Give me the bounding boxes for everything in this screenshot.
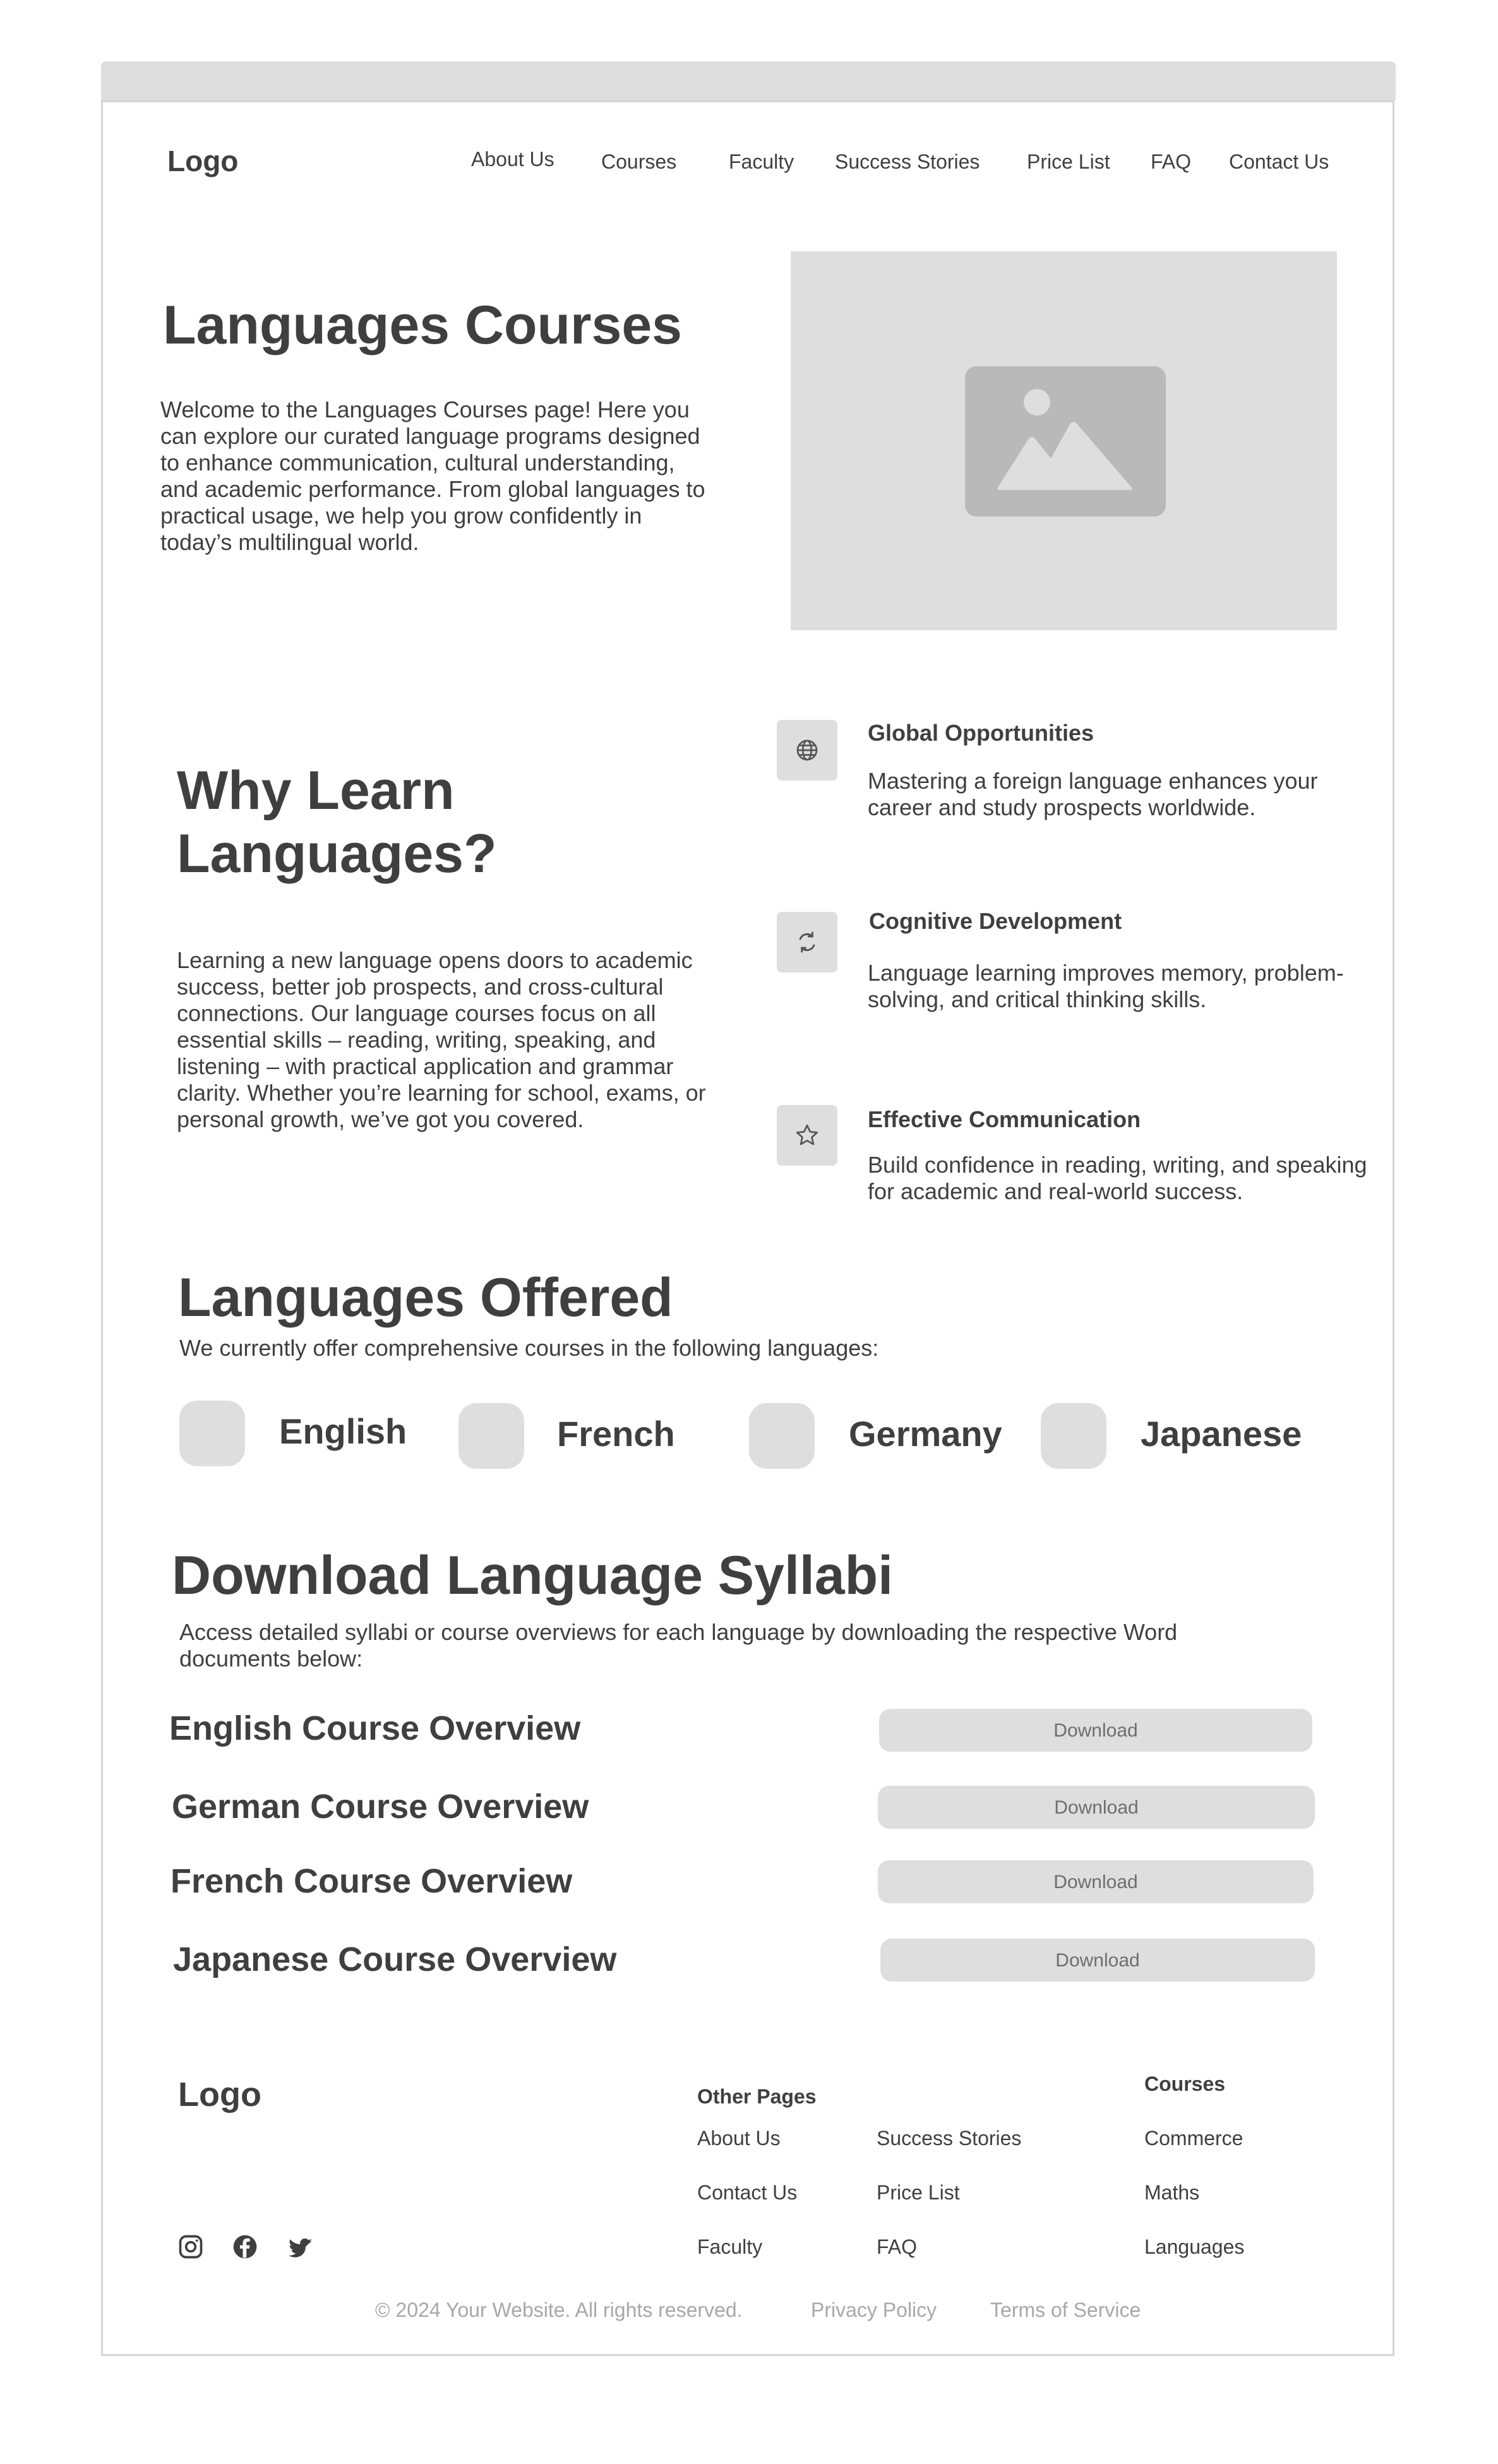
- language-icon-french: [458, 1403, 524, 1469]
- download-button-french[interactable]: Download: [878, 1860, 1314, 1903]
- language-germany: Germany: [849, 1414, 1002, 1454]
- feature-title-cognitive: Cognitive Development: [869, 908, 1122, 934]
- footer-logo[interactable]: Logo: [178, 2075, 261, 2114]
- footer-course-languages[interactable]: Languages: [1144, 2235, 1244, 2259]
- feature-title-communication: Effective Communication: [868, 1106, 1141, 1132]
- hero-description: Welcome to the Languages Courses page! H…: [160, 397, 705, 555]
- feature-icon-box-cognitive: [777, 912, 837, 972]
- offered-subtitle: We currently offer comprehensive courses…: [179, 1335, 879, 1361]
- refresh-icon: [799, 931, 815, 953]
- footer-course-maths[interactable]: Maths: [1144, 2181, 1199, 2204]
- feature-desc-cognitive: Language learning improves memory, probl…: [868, 960, 1344, 1012]
- offered-title: Languages Offered: [178, 1267, 673, 1328]
- download-button-english[interactable]: Download: [879, 1709, 1312, 1752]
- footer-link-faq[interactable]: FAQ: [877, 2235, 917, 2259]
- feature-icon-box-communication: [777, 1105, 837, 1166]
- footer-other-pages-heading: Other Pages: [697, 2085, 817, 2108]
- course-overview-french: French Course Overview: [171, 1862, 573, 1900]
- footer-link-about-us[interactable]: About Us: [697, 2127, 781, 2150]
- course-overview-japanese: Japanese Course Overview: [173, 1941, 617, 1978]
- language-icon-germany: [749, 1403, 815, 1469]
- language-french: French: [557, 1414, 675, 1454]
- language-icon-english: [179, 1401, 245, 1466]
- footer-courses-heading: Courses: [1144, 2072, 1226, 2095]
- footer-link-faculty[interactable]: Faculty: [697, 2235, 762, 2259]
- footer-course-commerce[interactable]: Commerce: [1144, 2127, 1243, 2150]
- footer-terms-of-service[interactable]: Terms of Service: [990, 2299, 1141, 2322]
- nav-price-list[interactable]: Price List: [1027, 150, 1110, 174]
- star-icon: [796, 1124, 818, 1145]
- facebook-icon[interactable]: [231, 2233, 259, 2261]
- twitter-icon[interactable]: [287, 2234, 315, 2262]
- header-logo[interactable]: Logo: [167, 144, 238, 178]
- nav-success-stories[interactable]: Success Stories: [835, 150, 980, 174]
- why-title: Why Learn Languages?: [177, 760, 497, 884]
- footer-link-contact-us[interactable]: Contact Us: [697, 2181, 797, 2204]
- instagram-icon[interactable]: [177, 2233, 205, 2261]
- hero-title: Languages Courses: [163, 295, 682, 356]
- language-japanese: Japanese: [1141, 1414, 1302, 1454]
- footer-link-price-list[interactable]: Price List: [877, 2181, 960, 2204]
- language-icon-japanese: [1041, 1403, 1106, 1469]
- why-description: Learning a new language opens doors to a…: [177, 947, 706, 1132]
- syllabi-subtitle: Access detailed syllabi or course overvi…: [179, 1619, 1178, 1672]
- feature-icon-box-global: [777, 720, 837, 780]
- footer-copyright: © 2024 Your Website. All rights reserved…: [375, 2299, 743, 2321]
- hero-image-placeholder: [791, 251, 1337, 630]
- syllabi-title: Download Language Syllabi: [172, 1545, 894, 1606]
- download-button-german[interactable]: Download: [878, 1786, 1315, 1829]
- course-overview-german: German Course Overview: [172, 1788, 589, 1826]
- image-placeholder-icon: [965, 366, 1166, 517]
- browser-top-bar: [101, 61, 1396, 100]
- language-english: English: [279, 1411, 407, 1451]
- download-button-japanese[interactable]: Download: [880, 1939, 1315, 1982]
- nav-courses[interactable]: Courses: [601, 150, 676, 174]
- nav-about-us[interactable]: About Us: [471, 148, 554, 171]
- nav-faq[interactable]: FAQ: [1151, 150, 1191, 174]
- feature-desc-global: Mastering a foreign language enhances yo…: [868, 768, 1318, 820]
- feature-desc-communication: Build confidence in reading, writing, an…: [868, 1152, 1367, 1204]
- globe-icon: [796, 739, 818, 761]
- course-overview-english: English Course Overview: [169, 1709, 581, 1747]
- nav-contact-us[interactable]: Contact Us: [1229, 150, 1329, 174]
- feature-title-global: Global Opportunities: [868, 720, 1094, 746]
- footer-privacy-policy[interactable]: Privacy Policy: [811, 2299, 937, 2322]
- nav-faculty[interactable]: Faculty: [729, 150, 794, 174]
- footer-link-success-stories[interactable]: Success Stories: [877, 2127, 1021, 2150]
